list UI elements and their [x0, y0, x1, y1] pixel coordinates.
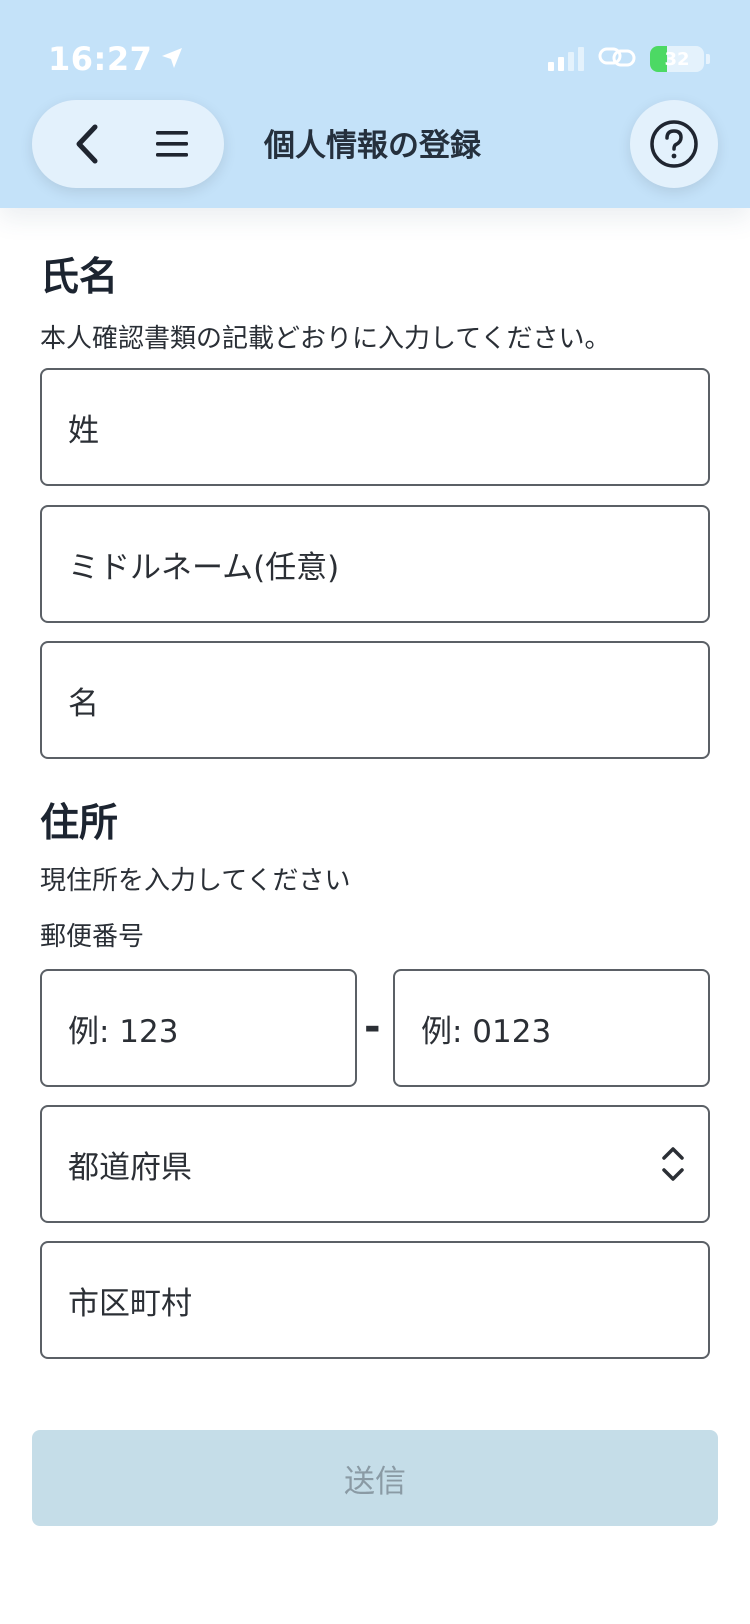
back-button[interactable] [64, 114, 108, 174]
address-section-title: 住所 [40, 801, 119, 846]
first-name-field[interactable]: 名 [40, 641, 710, 759]
chevron-up-down-icon [662, 1147, 684, 1181]
postal-code-second-field[interactable]: 例: 0123 [393, 969, 710, 1087]
address-section-description: 現住所を入力してください [40, 866, 351, 896]
last-name-field[interactable]: 姓 [40, 368, 710, 486]
battery-icon: 32 [650, 46, 704, 72]
middle-name-placeholder: ミドルネーム(任意) [68, 549, 340, 586]
nav-pill [32, 100, 224, 188]
status-bar-indicators: 32 [548, 44, 710, 74]
prefecture-placeholder: 都道府県 [68, 1149, 192, 1186]
status-bar-time: 16:27 [48, 40, 184, 78]
city-field[interactable]: 市区町村 [40, 1241, 710, 1359]
last-name-placeholder: 姓 [68, 412, 99, 449]
hamburger-menu-icon [156, 131, 188, 157]
city-placeholder: 市区町村 [68, 1285, 192, 1322]
battery-percentage: 32 [664, 48, 690, 70]
location-arrow-icon [160, 40, 184, 78]
help-button[interactable] [630, 100, 718, 188]
postal-code-second-placeholder: 例: 0123 [421, 1013, 552, 1050]
middle-name-field[interactable]: ミドルネーム(任意) [40, 505, 710, 623]
chevron-left-icon [76, 124, 98, 164]
postal-code-separator: - [364, 1004, 381, 1050]
submit-button[interactable]: 送信 [32, 1430, 718, 1526]
postal-code-first-placeholder: 例: 123 [68, 1013, 179, 1050]
personal-hotspot-icon [598, 44, 636, 74]
app-header: 16:27 32 個人情報の登録 [0, 0, 750, 208]
battery-cap [706, 54, 710, 64]
postal-code-label: 郵便番号 [40, 922, 145, 952]
menu-button[interactable] [150, 114, 194, 174]
postal-code-first-field[interactable]: 例: 123 [40, 969, 357, 1087]
page-title: 個人情報の登録 [264, 128, 481, 164]
first-name-placeholder: 名 [68, 685, 99, 722]
question-mark-icon [650, 120, 698, 168]
cellular-signal-icon [548, 47, 584, 71]
name-section-title: 氏名 [40, 255, 119, 300]
clock-label: 16:27 [48, 40, 153, 78]
prefecture-select[interactable]: 都道府県 [40, 1105, 710, 1223]
name-section-description: 本人確認書類の記載どおりに入力してください。 [40, 324, 611, 354]
